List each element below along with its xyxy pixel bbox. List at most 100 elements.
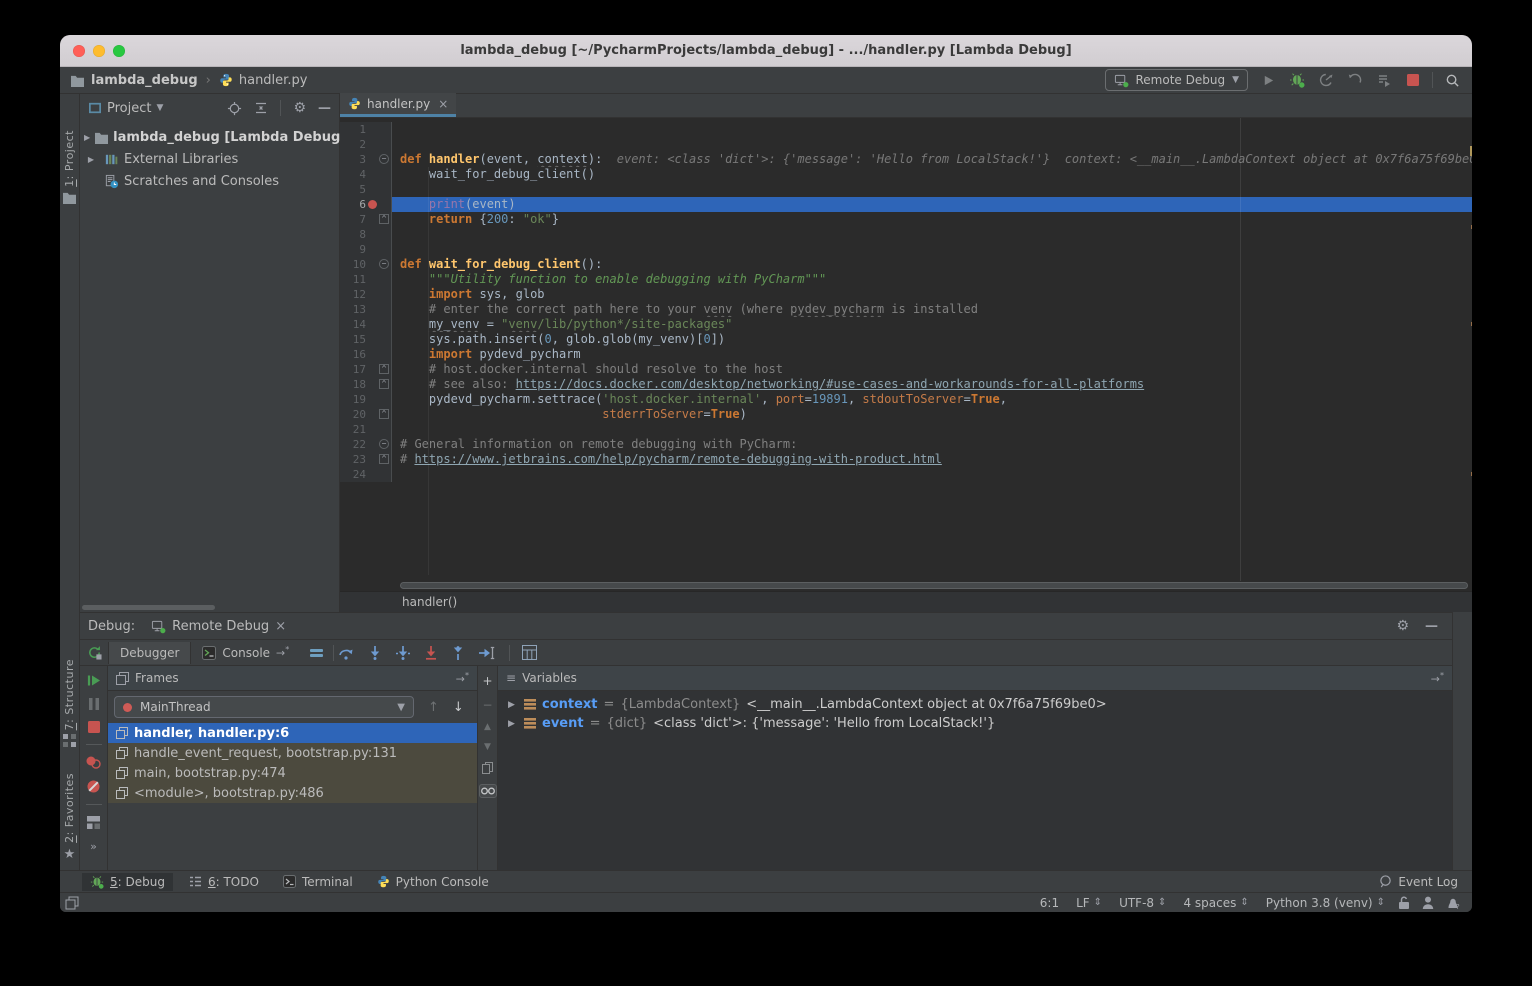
editor-gutter[interactable]: 7^	[340, 212, 392, 227]
scrollbar-thumb[interactable]	[400, 582, 1468, 589]
restore-layout-icon[interactable]	[87, 816, 100, 829]
close-tab-icon[interactable]: ×	[438, 97, 448, 111]
warning-stripe-mark[interactable]	[1471, 225, 1472, 229]
run-to-cursor-icon[interactable]	[479, 646, 495, 660]
pin-panel-icon[interactable]: →*	[1431, 671, 1444, 686]
editor-gutter[interactable]: 6	[340, 197, 392, 212]
context-breadcrumb[interactable]: handler()	[402, 595, 457, 609]
event-log-button[interactable]: Event Log	[1379, 875, 1472, 889]
pause-icon[interactable]	[89, 698, 99, 710]
tab-debugger[interactable]: Debugger	[108, 642, 191, 664]
project-panel-title[interactable]: Project	[107, 101, 151, 116]
run-configuration-select[interactable]: Remote Debug ▼	[1105, 69, 1249, 91]
editor-gutter[interactable]: 19	[340, 392, 392, 407]
run-configurations-list-button[interactable]	[1374, 70, 1394, 90]
fold-icon[interactable]: ^	[379, 364, 389, 374]
editor-gutter[interactable]: 12	[340, 287, 392, 302]
view-breakpoints-icon[interactable]	[86, 756, 101, 769]
fold-icon[interactable]: −	[379, 439, 389, 449]
lock-icon[interactable]	[1399, 896, 1410, 909]
status-widget-python-3-8-venv[interactable]: Python 3.8 (venv)⇕	[1266, 896, 1385, 910]
mute-breakpoints-icon[interactable]	[87, 780, 100, 793]
step-over-icon[interactable]	[338, 646, 354, 660]
editor-gutter[interactable]: 16	[340, 347, 392, 362]
previous-frame-icon[interactable]: ↑	[428, 700, 439, 715]
stack-frame[interactable]: handle_event_request, bootstrap.py:131	[108, 743, 477, 763]
chevron-down-icon[interactable]: ▼	[156, 103, 163, 113]
editor-gutter[interactable]: 8	[340, 227, 392, 242]
stripe-tab-1-project[interactable]: 1: Project	[62, 130, 77, 204]
debug-session-tab[interactable]: Remote Debug ×	[145, 617, 292, 636]
code-line[interactable]: 8	[340, 227, 1472, 242]
code-line[interactable]: 4 wait_for_debug_client()	[340, 167, 1472, 182]
code-line[interactable]: 13 # enter the correct path here to your…	[340, 302, 1472, 317]
update-info-icon[interactable]: ?	[1446, 896, 1460, 909]
search-everywhere-icon[interactable]	[1442, 70, 1462, 90]
step-into-my-code-icon[interactable]	[425, 646, 437, 660]
locate-file-icon[interactable]	[227, 101, 242, 116]
status-widget-4-spaces[interactable]: 4 spaces⇕	[1183, 896, 1248, 910]
editor-gutter[interactable]: 20^	[340, 407, 392, 422]
stack-frame[interactable]: handler, handler.py:6	[108, 723, 477, 743]
editor-gutter[interactable]: 1	[340, 122, 392, 137]
thread-select[interactable]: MainThread ▼	[114, 696, 414, 718]
hide-panel-icon[interactable]: —	[1425, 619, 1438, 634]
rerun-icon[interactable]	[87, 645, 102, 660]
title-bar[interactable]: lambda_debug [~/PycharmProjects/lambda_d…	[60, 35, 1472, 67]
breadcrumb-file[interactable]: handler.py	[239, 73, 308, 88]
profiler-button[interactable]	[1316, 70, 1336, 90]
editor-gutter[interactable]: 24	[340, 467, 392, 482]
minimize-window-button[interactable]	[93, 45, 105, 57]
expand-chevron-icon[interactable]: ▶	[508, 719, 518, 729]
stack-frame[interactable]: <module>, bootstrap.py:486	[108, 783, 477, 803]
toolwindow-button-5-debug[interactable]: 5: Debug	[82, 873, 173, 891]
close-session-icon[interactable]: ×	[275, 619, 286, 634]
gear-icon[interactable]: ⚙	[293, 100, 306, 116]
code-line[interactable]: 10−def wait_for_debug_client():	[340, 257, 1472, 272]
duplicate-watch-icon[interactable]	[482, 762, 493, 774]
run-button[interactable]	[1258, 70, 1278, 90]
expand-chevron-icon[interactable]: ▶	[84, 155, 98, 164]
editor-gutter[interactable]: 5	[340, 182, 392, 197]
horizontal-scrollbar[interactable]	[82, 605, 215, 610]
editor-gutter[interactable]: 22−	[340, 437, 392, 452]
variable-row-context[interactable]: ▶context={LambdaContext}<__main__.Lambda…	[498, 695, 1452, 714]
editor-gutter[interactable]: 23^	[340, 452, 392, 467]
editor-gutter[interactable]: 15	[340, 332, 392, 347]
debug-button[interactable]	[1287, 70, 1307, 90]
code-line[interactable]: 12 import sys, glob	[340, 287, 1472, 302]
code-line[interactable]: 22−# General information on remote debug…	[340, 437, 1472, 452]
resume-icon[interactable]	[87, 674, 100, 687]
code-line[interactable]: 20^ stderrToServer=True)	[340, 407, 1472, 422]
code-line[interactable]: 24	[340, 467, 1472, 482]
project-tree-item-external-libraries[interactable]: ▶External Libraries	[80, 148, 339, 170]
fold-icon[interactable]: −	[379, 154, 389, 164]
stripe-tab-7-structure[interactable]: 7: Structure	[63, 659, 76, 747]
editor-gutter[interactable]: 3−	[340, 152, 392, 167]
code-editor[interactable]: 123−def handler(event, context): event: …	[340, 118, 1472, 581]
status-widget-utf-8[interactable]: UTF-8⇕	[1119, 896, 1166, 910]
stack-frame[interactable]: main, bootstrap.py:474	[108, 763, 477, 783]
code-line[interactable]: 1	[340, 122, 1472, 137]
code-line[interactable]: 11 """Utility function to enable debuggi…	[340, 272, 1472, 287]
stop-icon[interactable]	[88, 721, 100, 733]
show-watches-icon[interactable]	[479, 784, 497, 798]
expand-chevron-icon[interactable]: ▶	[508, 700, 518, 710]
editor-horizontal-scrollbar[interactable]	[340, 581, 1472, 591]
fold-icon[interactable]: ^	[379, 409, 389, 419]
more-actions-icon[interactable]: »	[90, 840, 97, 853]
threads-view-icon[interactable]	[310, 649, 323, 657]
project-tree-item-lambda-debug-lambda-debug[interactable]: ▶lambda_debug [Lambda Debug]	[80, 126, 339, 148]
evaluate-expression-icon[interactable]	[522, 645, 537, 660]
hide-panel-icon[interactable]: —	[318, 101, 331, 116]
code-line[interactable]: 9	[340, 242, 1472, 257]
warning-stripe-mark[interactable]	[1471, 322, 1472, 326]
force-step-into-icon[interactable]	[396, 646, 410, 660]
code-line[interactable]: 18^ # see also: https://docs.docker.com/…	[340, 377, 1472, 392]
move-up-icon[interactable]: ▲	[484, 722, 491, 732]
collapse-all-icon[interactable]	[254, 101, 268, 115]
close-window-button[interactable]	[73, 45, 85, 57]
tab-console[interactable]: Console →*	[191, 641, 300, 664]
editor-gutter[interactable]: 17^	[340, 362, 392, 377]
editor-gutter[interactable]: 13	[340, 302, 392, 317]
